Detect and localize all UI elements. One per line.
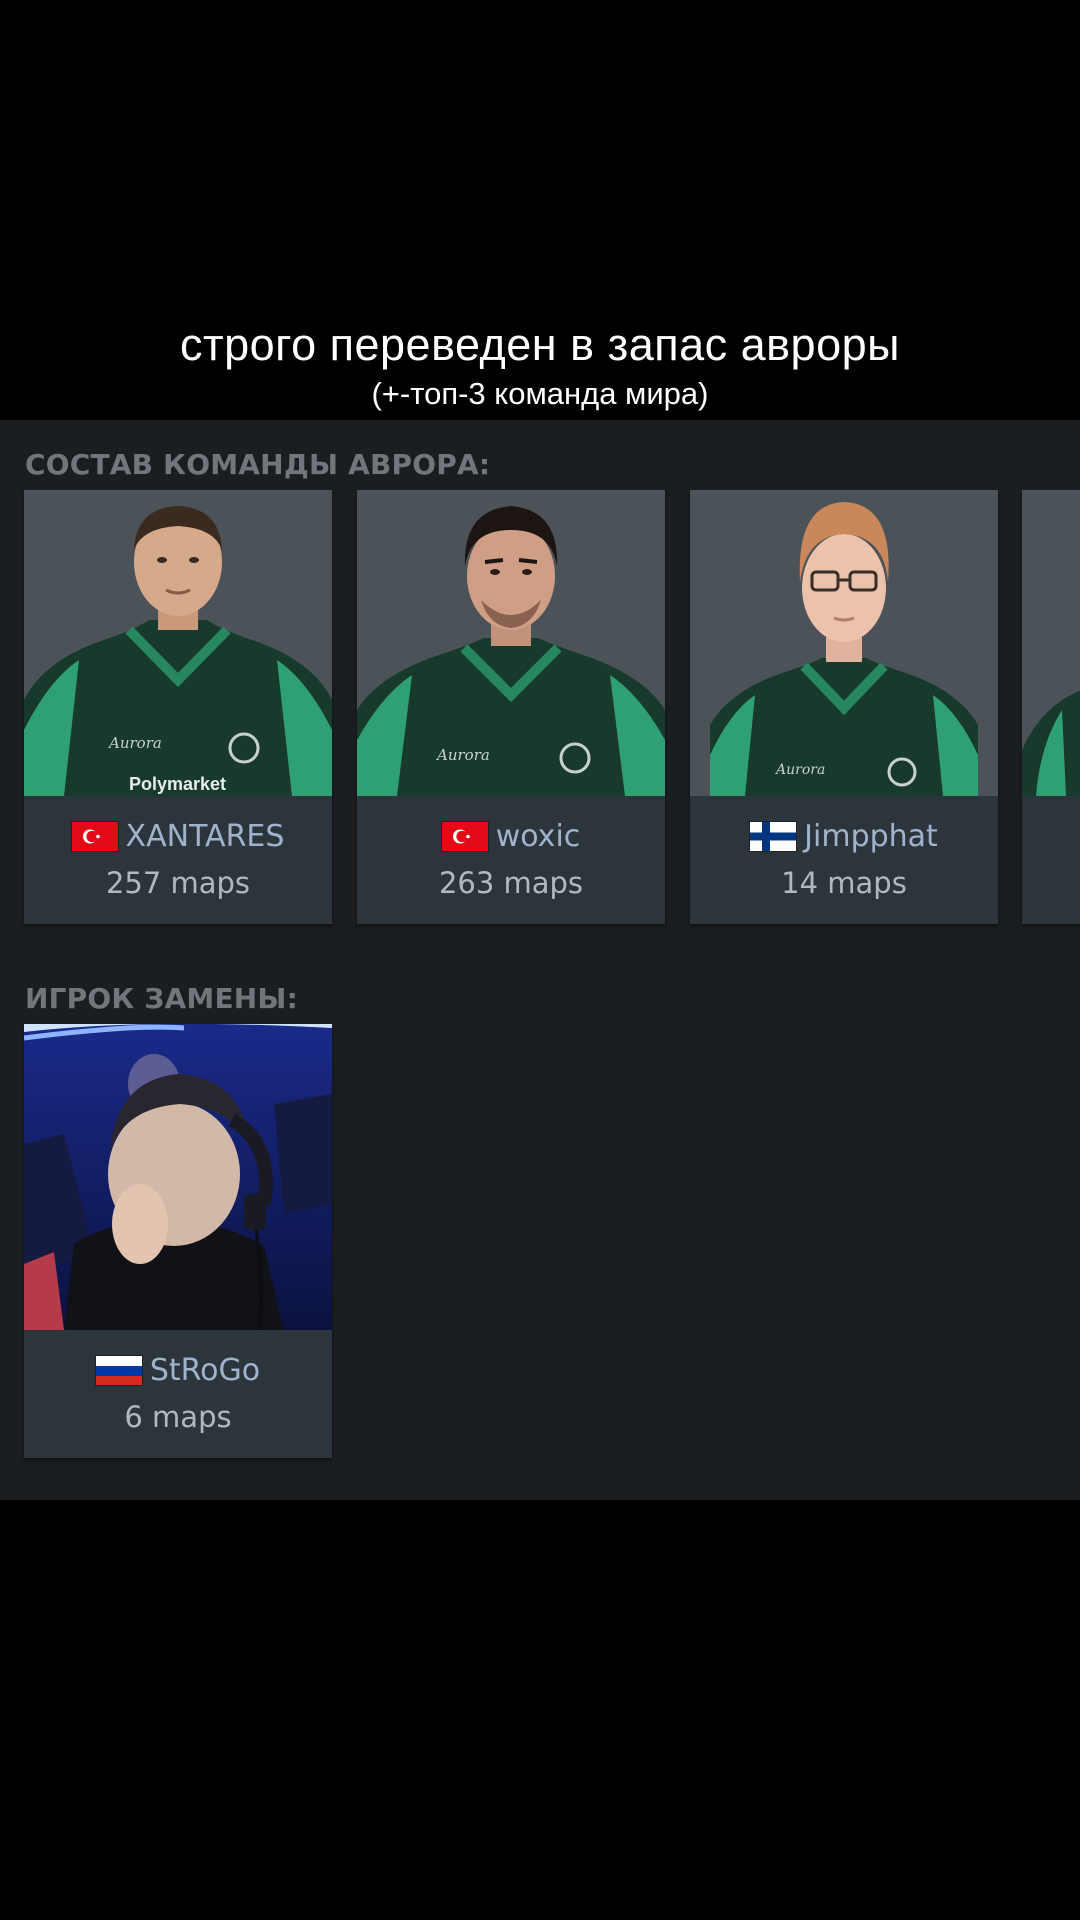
caption-subtitle: (+-топ-3 команда мира) [371, 376, 709, 411]
substitute-player-card[interactable]: StRoGo 6 maps [24, 1024, 332, 1458]
player-card[interactable]: Aurora Polymarket XANTARES 257 maps [24, 490, 332, 924]
maps-count: 14 maps [781, 866, 907, 900]
svg-text:Aurora: Aurora [774, 762, 825, 778]
turkey-flag-icon [71, 821, 118, 851]
finland-flag-icon [750, 821, 797, 851]
player-photo: Aurora Polymarket [24, 490, 332, 796]
caption-title: строго переведен в запас авроры [180, 319, 900, 370]
maps-count: 263 maps [438, 866, 584, 900]
player-card[interactable]: Aurora Jimpphat 14 maps [690, 490, 998, 924]
svg-text:Aurora: Aurora [107, 734, 162, 752]
sponsor-text: Polymarket [129, 774, 226, 794]
roster-heading: СОСТАВ КОМАНДЫ АВРОРА: [25, 448, 491, 481]
player-info: woxic 263 maps [357, 796, 665, 924]
maps-count: 257 maps [105, 866, 251, 900]
player-name-link[interactable]: XANTARES [126, 819, 285, 854]
player-name-link[interactable]: woxic [496, 819, 581, 854]
player-card[interactable]: Aurora woxic 263 maps [357, 490, 665, 924]
team-roster-panel: СОСТАВ КОМАНДЫ АВРОРА: Aurora Polymarket [0, 420, 1080, 1500]
player-name-link[interactable]: StRoGo [150, 1353, 260, 1388]
player-card-partial[interactable] [1022, 490, 1080, 924]
substitute-heading: ИГРОК ЗАМЕНЫ: [25, 982, 299, 1015]
russia-flag-icon [95, 1355, 142, 1385]
player-photo [24, 1024, 332, 1330]
video-caption: строго переведен в запас авроры (+-топ-3… [0, 310, 1080, 412]
svg-text:Aurora: Aurora [435, 746, 490, 764]
maps-count: 6 maps [124, 1400, 232, 1434]
player-photo: Aurora [357, 490, 665, 796]
player-info: XANTARES 257 maps [24, 796, 332, 924]
player-info: Jimpphat 14 maps [690, 796, 998, 924]
player-photo: Aurora [690, 490, 998, 796]
player-info: StRoGo 6 maps [24, 1330, 332, 1458]
turkey-flag-icon [441, 821, 488, 851]
player-photo [1022, 490, 1080, 796]
player-name-link[interactable]: Jimpphat [804, 819, 938, 854]
